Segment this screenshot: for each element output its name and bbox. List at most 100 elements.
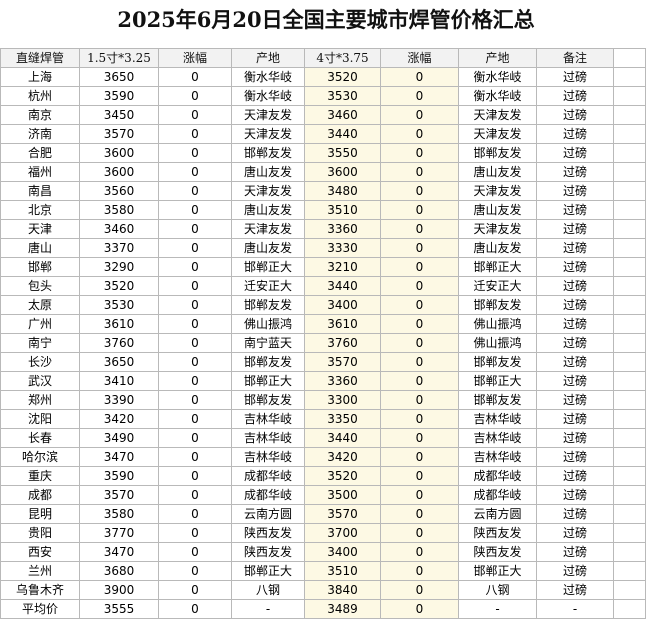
table-cell[interactable]: 3900 (79, 580, 159, 600)
table-cell[interactable]: 天津友发 (458, 181, 537, 201)
table-cell[interactable]: 成都华岐 (231, 485, 305, 505)
table-cell[interactable]: 3360 (304, 219, 381, 239)
table-cell[interactable]: - (536, 599, 614, 619)
table-cell[interactable]: 邯郸正大 (231, 561, 305, 581)
table-cell[interactable]: 过磅 (536, 86, 614, 106)
table-cell[interactable]: - (458, 599, 537, 619)
table-cell[interactable]: - (231, 599, 305, 619)
empty-cell[interactable] (613, 86, 646, 106)
table-cell[interactable]: 3460 (79, 219, 159, 239)
table-cell[interactable]: 天津友发 (231, 181, 305, 201)
table-cell[interactable]: 吉林华岐 (458, 447, 537, 467)
table-cell[interactable]: 过磅 (536, 580, 614, 600)
empty-cell[interactable] (613, 124, 646, 144)
table-cell[interactable]: 成都华岐 (458, 485, 537, 505)
table-cell[interactable]: 昆明 (0, 504, 80, 524)
table-cell[interactable]: 3520 (304, 67, 381, 87)
table-cell[interactable]: 3330 (304, 238, 381, 258)
table-cell[interactable]: 0 (158, 447, 232, 467)
table-cell[interactable]: 0 (380, 561, 459, 581)
empty-cell[interactable] (613, 314, 646, 334)
table-cell[interactable]: 过磅 (536, 238, 614, 258)
table-cell[interactable]: 0 (158, 390, 232, 410)
table-cell[interactable]: 0 (158, 580, 232, 600)
table-cell[interactable]: 3400 (304, 295, 381, 315)
table-cell[interactable]: 天津友发 (458, 219, 537, 239)
table-cell[interactable]: 邯郸友发 (231, 352, 305, 372)
table-cell[interactable]: 吉林华岐 (231, 428, 305, 448)
table-cell[interactable]: 3760 (304, 333, 381, 353)
table-cell[interactable]: 过磅 (536, 314, 614, 334)
table-cell[interactable]: 0 (380, 67, 459, 87)
table-cell[interactable]: 过磅 (536, 428, 614, 448)
table-cell[interactable]: 3840 (304, 580, 381, 600)
table-cell[interactable]: 过磅 (536, 542, 614, 562)
table-cell[interactable]: 唐山友发 (458, 200, 537, 220)
empty-cell[interactable] (613, 371, 646, 391)
table-cell[interactable]: 0 (158, 238, 232, 258)
table-cell[interactable]: 3570 (79, 485, 159, 505)
table-cell[interactable]: 唐山 (0, 238, 80, 258)
table-cell[interactable]: 0 (380, 466, 459, 486)
table-cell[interactable]: 吉林华岐 (231, 447, 305, 467)
table-cell[interactable]: 过磅 (536, 67, 614, 87)
table-cell[interactable]: 杭州 (0, 86, 80, 106)
table-cell[interactable]: 邯郸友发 (231, 390, 305, 410)
table-cell[interactable]: 3410 (79, 371, 159, 391)
empty-cell[interactable] (613, 257, 646, 277)
table-cell[interactable]: 0 (158, 181, 232, 201)
empty-cell[interactable] (613, 143, 646, 163)
table-cell[interactable]: 0 (158, 143, 232, 163)
table-cell[interactable]: 0 (380, 333, 459, 353)
table-cell[interactable]: 广州 (0, 314, 80, 334)
table-cell[interactable]: 3470 (79, 542, 159, 562)
table-cell[interactable]: 0 (158, 352, 232, 372)
table-cell[interactable]: 3420 (79, 409, 159, 429)
table-cell[interactable]: 3350 (304, 409, 381, 429)
table-cell[interactable]: 3580 (79, 504, 159, 524)
table-cell[interactable]: 佛山振鸿 (458, 333, 537, 353)
table-cell[interactable]: 0 (158, 219, 232, 239)
table-cell[interactable]: 0 (158, 333, 232, 353)
table-cell[interactable]: 陕西友发 (458, 542, 537, 562)
table-cell[interactable]: 3570 (304, 352, 381, 372)
table-cell[interactable]: 3580 (79, 200, 159, 220)
table-cell[interactable]: 0 (158, 409, 232, 429)
table-cell[interactable]: 武汉 (0, 371, 80, 391)
header-cell[interactable]: 4寸*3.75 (304, 48, 381, 68)
table-cell[interactable]: 3470 (79, 447, 159, 467)
table-cell[interactable]: 衡水华岐 (231, 86, 305, 106)
table-cell[interactable]: 云南方圆 (231, 504, 305, 524)
table-cell[interactable]: 过磅 (536, 276, 614, 296)
table-cell[interactable]: 北京 (0, 200, 80, 220)
table-cell[interactable]: 3520 (304, 466, 381, 486)
table-cell[interactable]: 3650 (79, 67, 159, 87)
table-cell[interactable]: 重庆 (0, 466, 80, 486)
table-cell[interactable]: 衡水华岐 (458, 67, 537, 87)
table-cell[interactable]: 平均价 (0, 599, 80, 619)
table-cell[interactable]: 3550 (304, 143, 381, 163)
empty-cell[interactable] (613, 428, 646, 448)
table-cell[interactable]: 3500 (304, 485, 381, 505)
table-cell[interactable]: 邯郸 (0, 257, 80, 277)
table-cell[interactable]: 邯郸正大 (231, 371, 305, 391)
table-cell[interactable]: 3530 (79, 295, 159, 315)
table-cell[interactable]: 0 (158, 314, 232, 334)
table-cell[interactable]: 过磅 (536, 390, 614, 410)
table-cell[interactable]: 衡水华岐 (231, 67, 305, 87)
table-cell[interactable]: 0 (158, 561, 232, 581)
empty-cell[interactable] (613, 561, 646, 581)
table-cell[interactable]: 佛山振鸿 (458, 314, 537, 334)
table-cell[interactable]: 唐山友发 (231, 162, 305, 182)
table-cell[interactable]: 天津友发 (231, 219, 305, 239)
table-cell[interactable]: 天津友发 (458, 124, 537, 144)
table-cell[interactable]: 3600 (304, 162, 381, 182)
table-cell[interactable]: 3440 (304, 428, 381, 448)
table-cell[interactable]: 3400 (304, 542, 381, 562)
table-cell[interactable]: 邯郸友发 (458, 390, 537, 410)
empty-cell[interactable] (613, 181, 646, 201)
table-cell[interactable]: 成都华岐 (458, 466, 537, 486)
table-cell[interactable]: 0 (158, 276, 232, 296)
table-cell[interactable]: 0 (158, 371, 232, 391)
table-cell[interactable]: 0 (380, 105, 459, 125)
